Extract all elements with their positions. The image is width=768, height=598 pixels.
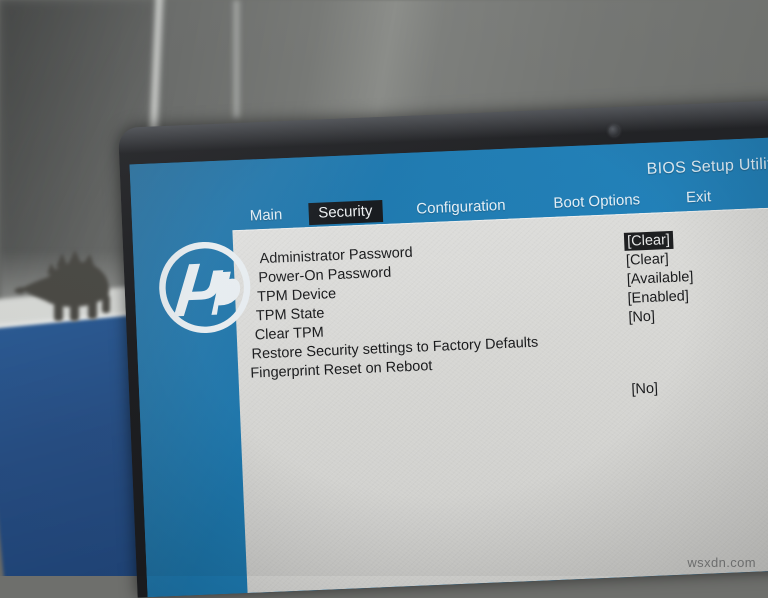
- stegosaurus-figurine: [14, 247, 134, 325]
- tab-boot-options[interactable]: Boot Options: [545, 189, 649, 215]
- setting-value-selected[interactable]: [Clear]: [624, 231, 673, 250]
- watermark: wsxdn.com: [687, 555, 756, 570]
- tab-exit[interactable]: Exit: [678, 186, 720, 210]
- settings-list: Administrator Password [Clear] Power-On Pa…: [233, 227, 768, 398]
- tab-configuration[interactable]: Configuration: [408, 195, 514, 221]
- setting-value[interactable]: [No]: [631, 381, 658, 398]
- setting-value[interactable]: [Enabled]: [627, 288, 689, 307]
- setting-label: TPM Device: [256, 285, 337, 305]
- settings-panel: Administrator Password [Clear] Power-On Pa…: [232, 206, 768, 593]
- tab-security[interactable]: Security: [307, 200, 383, 226]
- bios-screen: BIOS Setup Utility Main Security Configu…: [129, 136, 768, 598]
- wall-seam-secondary: [232, 0, 241, 118]
- setting-label: TPM State: [255, 305, 325, 324]
- setting-label: Clear TPM: [254, 324, 325, 343]
- laptop: BIOS Setup Utility Main Security Configu…: [118, 99, 768, 598]
- setting-value[interactable]: [No]: [628, 309, 655, 326]
- tab-main[interactable]: Main: [241, 204, 290, 228]
- setting-value[interactable]: [Clear]: [626, 251, 669, 269]
- setting-value[interactable]: [Available]: [626, 269, 693, 288]
- hp-logo-icon: [157, 240, 253, 336]
